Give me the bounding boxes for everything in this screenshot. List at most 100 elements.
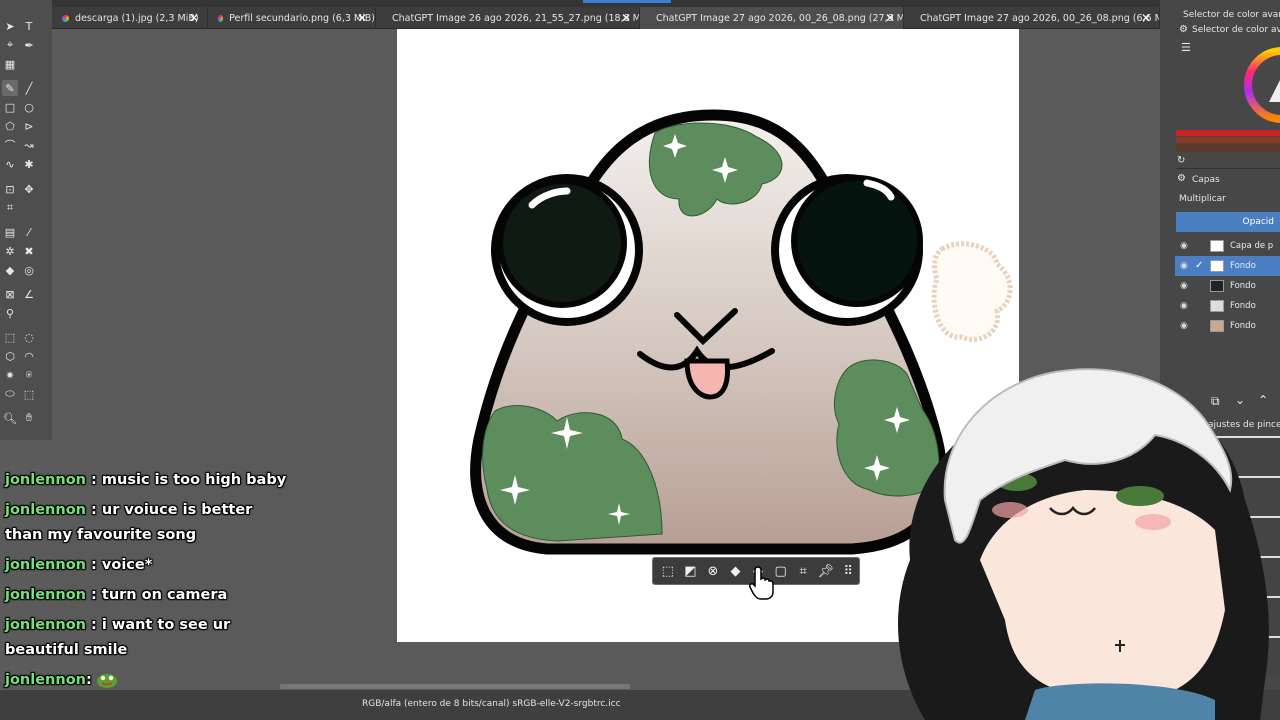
color-picker-icon[interactable]: ⁄ — [21, 224, 37, 240]
eye-icon[interactable]: ◉ — [1180, 261, 1188, 271]
tab-label: descarga (1).jpg (2,3 MiB) — [75, 12, 199, 24]
polygon-select-icon[interactable]: ⬡ — [2, 348, 18, 364]
krita-app-window: descarga (1).jpg (2,3 MiB) ✕ Perfil secu… — [0, 0, 1280, 720]
eye-icon[interactable]: ◉ — [1180, 281, 1188, 291]
tab-descarga[interactable]: descarga (1).jpg (2,3 MiB) ✕ — [52, 7, 208, 29]
chat-username: jonlennon — [5, 617, 86, 633]
ellipse-tool-icon[interactable]: ○ — [21, 99, 37, 115]
color-history-dark[interactable] — [1176, 144, 1280, 152]
pin-icon[interactable]: 📌︎ — [815, 560, 837, 582]
layer-row[interactable]: ◉ Capa de p — [1175, 236, 1280, 256]
opacity-slider[interactable]: Opacid — [1176, 212, 1280, 232]
color-history-brown[interactable] — [1176, 137, 1280, 143]
chat-message: jonlennon : music is too high baby — [4, 468, 294, 493]
tab-chatgpt-image-3[interactable]: ChatGPT Image 27 ago 2026, 00_26_08.png … — [904, 7, 1160, 29]
check-icon[interactable]: ✓ — [1195, 260, 1203, 271]
gradient-edit-icon[interactable]: ▦ — [2, 56, 18, 72]
multibrush-icon[interactable]: ✱ — [21, 156, 37, 172]
settings-icon[interactable]: ⚙ — [1179, 24, 1188, 35]
chat-message: jonlennon : turn on camera — [4, 583, 294, 608]
polygon-tool-icon[interactable]: ⬠ — [2, 118, 18, 134]
freehand-select-icon[interactable]: ◠ — [21, 348, 37, 364]
smart-patch-icon[interactable]: ✲ — [2, 243, 18, 259]
chat-separator: : — [86, 502, 102, 518]
tab-label: ChatGPT Image 26 ago 2026, 21_55_27.png … — [392, 12, 640, 24]
ellipse-select-icon[interactable]: ◌ — [21, 329, 37, 345]
hand-cursor-icon — [749, 566, 774, 600]
close-icon[interactable]: ✕ — [885, 11, 895, 25]
layer-row[interactable]: ◉ Fondo — [1175, 296, 1280, 316]
fill-icon[interactable]: ◆ — [725, 560, 747, 582]
assistant-tool-icon[interactable]: ⊠ — [2, 286, 18, 302]
layers-title: Capas — [1192, 175, 1220, 185]
select-rect-icon[interactable]: ⬚ — [657, 560, 679, 582]
horizontal-scrollbar[interactable] — [280, 684, 630, 689]
bezier-tool-icon[interactable]: ⌒ — [2, 137, 18, 153]
similar-select-icon[interactable]: ⍟ — [21, 367, 37, 383]
layer-row[interactable]: ◉ Fondo — [1175, 316, 1280, 336]
layer-name: Fondo — [1230, 281, 1256, 291]
color-wheel[interactable] — [1244, 40, 1280, 130]
chat-separator: : — [86, 617, 102, 633]
color-history-red[interactable] — [1176, 130, 1280, 136]
tab-label: ChatGPT Image 27 ago 2026, 00_26_08.png … — [920, 12, 1160, 24]
transform-icon[interactable]: ◩ — [680, 560, 702, 582]
image-icon — [62, 14, 69, 22]
close-icon[interactable]: ✕ — [621, 11, 631, 25]
deselect-icon[interactable]: ⊗ — [702, 560, 724, 582]
zoom-tool-icon[interactable]: 🔍︎ — [2, 410, 18, 426]
transform-tool-icon[interactable]: ⊡ — [2, 181, 18, 197]
magnetic-select-icon[interactable]: ⬚ — [21, 386, 37, 402]
chat-username: jonlennon — [5, 587, 86, 603]
eye-icon[interactable]: ◉ — [1180, 301, 1188, 311]
close-icon[interactable]: ✕ — [1141, 11, 1151, 25]
bezier-select-icon[interactable]: ⬭ — [2, 386, 18, 402]
move-tool-icon[interactable]: ✥ — [21, 181, 37, 197]
calligraphy-icon[interactable]: ✒ — [21, 37, 37, 53]
line-tool-icon[interactable]: ╱ — [21, 80, 37, 96]
grip-icon[interactable]: ⠿ — [838, 560, 860, 582]
layer-name: Fondo — [1230, 261, 1256, 271]
layer-row[interactable]: ◉ Fondo — [1175, 276, 1280, 296]
pan-tool-icon[interactable]: ✋︎ — [21, 410, 37, 426]
tab-chatgpt-image-1[interactable]: ChatGPT Image 26 ago 2026, 21_55_27.png … — [376, 7, 640, 29]
chat-message: jonlennon : ur voiuce is better than my … — [4, 498, 294, 548]
layers-settings-icon[interactable]: ⚙ — [1177, 173, 1186, 184]
crop-tool-icon[interactable]: ⌗ — [2, 200, 18, 216]
layer-row-selected[interactable]: ◉ ✓ Fondo — [1175, 256, 1280, 276]
close-icon[interactable]: ✕ — [189, 11, 199, 25]
edit-shapes-icon[interactable]: ⌖ — [2, 37, 18, 53]
layer-name: Fondo — [1230, 321, 1256, 331]
tab-chatgpt-image-2[interactable]: ChatGPT Image 27 ago 2026, 00_26_08.png … — [640, 7, 904, 29]
top-highlight — [583, 0, 671, 3]
refresh-icon[interactable]: ↻ — [1177, 155, 1185, 166]
close-icon[interactable]: ✕ — [357, 11, 367, 25]
menu-icon[interactable]: ☰ — [1181, 41, 1191, 54]
chat-separator: : — [86, 472, 102, 488]
stream-chat: jonlennon : music is too high baby jonle… — [4, 468, 294, 698]
eye-icon[interactable]: ◉ — [1180, 241, 1188, 251]
measure-tool-icon[interactable]: ∠ — [21, 286, 37, 302]
blend-mode-select[interactable]: Multiplicar — [1179, 194, 1226, 204]
chat-username: jonlennon — [5, 557, 86, 573]
reference-tool-icon[interactable]: ⚲ — [2, 305, 18, 321]
fill-tool-icon[interactable]: ◆ — [2, 262, 18, 278]
eye-icon[interactable]: ◉ — [1180, 321, 1188, 331]
gradient-tool-icon[interactable]: ▤ — [2, 224, 18, 240]
contiguous-select-icon[interactable]: ✷ — [2, 367, 18, 383]
colorize-mask-icon[interactable]: ✖ — [21, 243, 37, 259]
crop-icon[interactable]: ⌗ — [792, 560, 814, 582]
freehand-path-icon[interactable]: ↝ — [21, 137, 37, 153]
rectangle-tool-icon[interactable]: □ — [2, 99, 18, 115]
chat-username: jonlennon — [5, 672, 86, 688]
enclose-fill-icon[interactable]: ◎ — [21, 262, 37, 278]
rect-select-icon[interactable]: ⬚ — [2, 329, 18, 345]
image-icon — [218, 14, 224, 22]
polyline-tool-icon[interactable]: ⊳ — [21, 118, 37, 134]
text-tool-icon[interactable]: T — [21, 18, 37, 34]
select-shapes-icon[interactable]: ➤ — [2, 18, 18, 34]
color-selector-subtitle: Selector de color avanzado — [1192, 25, 1280, 35]
tab-perfil-secundario[interactable]: Perfil secundario.png (6,3 MiB) ✕ — [208, 7, 376, 29]
dynamic-brush-icon[interactable]: ∿ — [2, 156, 18, 172]
freehand-brush-icon[interactable]: ✎ — [2, 80, 18, 96]
